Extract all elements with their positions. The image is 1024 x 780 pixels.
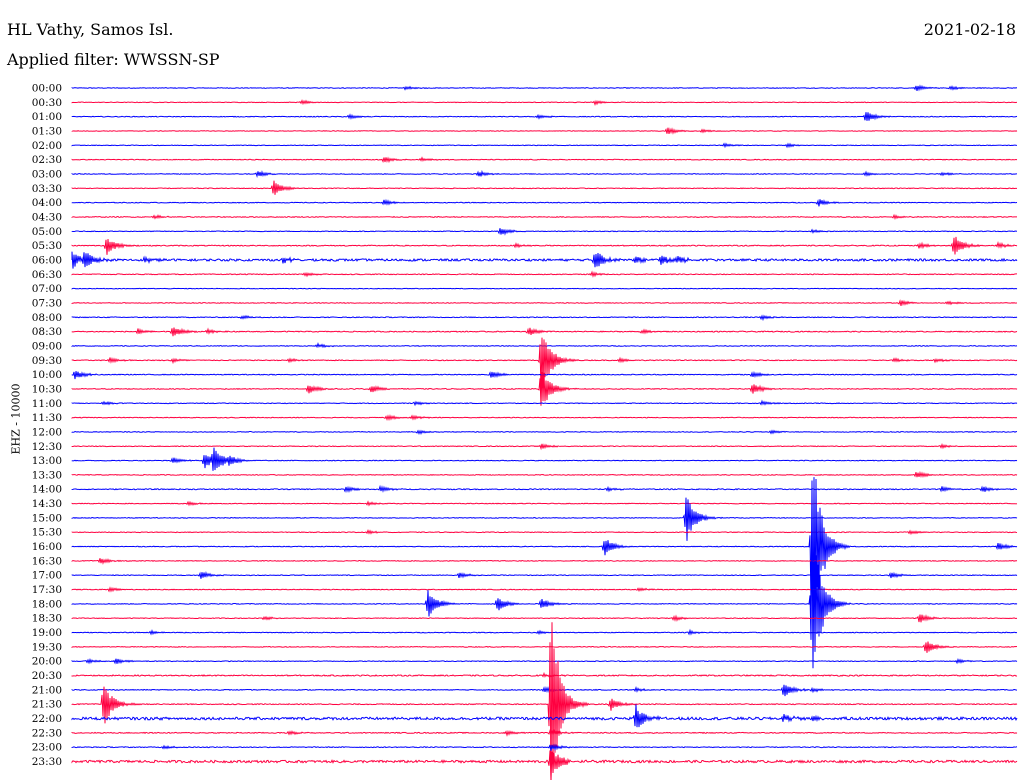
row-label: 00:00 [32,83,62,95]
trace-1900 [71,628,1018,636]
row-label: 04:30 [32,211,62,223]
row-label: 20:00 [32,656,62,668]
trace-1200 [71,429,1018,436]
row-label: 10:30 [32,383,62,395]
row-label: 08:00 [32,312,62,324]
trace-1530 [71,529,1018,536]
row-label: 19:30 [32,641,62,653]
row-label: 06:00 [32,254,62,266]
row-label: 13:00 [32,455,62,467]
row-label: 20:30 [32,670,62,682]
row-label: 18:00 [32,598,62,610]
row-label: 03:30 [32,183,62,195]
row-label: 09:30 [32,355,62,367]
trace-1300 [71,447,1018,471]
trace-2030 [71,671,1018,678]
row-label: 22:30 [32,727,62,739]
trace-1630 [71,558,1018,565]
trace-2000 [71,657,1018,665]
trace-2100 [71,684,1018,697]
trace-1930 [71,641,1018,653]
trace-0000 [71,84,1018,92]
row-label: 01:00 [32,111,62,123]
row-label: 12:30 [32,441,62,453]
row-label: 15:00 [32,512,62,524]
row-label: 16:00 [32,541,62,553]
row-label: 06:30 [32,269,62,281]
trace-2130 [71,622,1018,780]
row-label: 05:00 [32,226,62,238]
trace-0700 [71,287,1018,290]
trace-1830 [71,614,1018,623]
trace-0600 [71,251,1018,269]
trace-0100 [71,112,1018,121]
row-label: 21:00 [32,684,62,696]
row-label: 03:00 [32,168,62,180]
row-label: 16:30 [32,555,62,567]
trace-1700 [71,571,1018,579]
row-label: 02:00 [32,140,62,152]
trace-1330 [71,470,1018,479]
trace-2330 [71,750,1018,779]
row-label: 18:30 [32,613,62,625]
trace-0230 [71,156,1018,164]
row-label: 15:30 [32,527,62,539]
trace-0530 [71,236,1018,255]
row-label: 19:00 [32,627,62,639]
row-label: 09:00 [32,340,62,352]
trace-2200 [71,704,1018,728]
trace-lines [71,84,1018,780]
trace-0200 [71,142,1018,149]
row-label: 14:00 [32,484,62,496]
trace-0430 [71,213,1018,221]
trace-0330 [71,180,1018,195]
row-label: 21:30 [32,699,62,711]
row-label: 07:30 [32,297,62,309]
trace-0030 [71,99,1018,106]
row-label: 04:00 [32,197,62,209]
row-label: 01:30 [32,125,62,137]
trace-1500 [71,497,1018,541]
trace-2230 [71,728,1018,737]
trace-2300 [71,743,1018,752]
trace-0630 [71,270,1018,278]
row-label: 14:30 [32,498,62,510]
row-label: 11:00 [32,398,62,410]
trace-0830 [71,327,1018,337]
row-label: 08:30 [32,326,62,338]
row-label: 02:30 [32,154,62,166]
trace-1100 [71,399,1018,407]
trace-1030 [71,371,1018,406]
trace-0300 [71,169,1018,179]
row-label: 12:00 [32,426,62,438]
row-label: 10:00 [32,369,62,381]
row-labels: 00:00 00:30 01:00 01:30 02:00 02:30 03:00 03:30… [32,83,62,769]
row-label: 22:00 [32,713,62,725]
row-label: 17:30 [32,584,62,596]
trace-1600 [71,477,1018,633]
row-label: 13:30 [32,469,62,481]
trace-1430 [71,500,1018,507]
trace-0400 [71,198,1018,207]
row-label: 07:00 [32,283,62,295]
trace-0500 [71,228,1018,236]
trace-1400 [71,484,1018,494]
trace-1130 [71,414,1018,422]
row-label: 00:30 [32,97,62,109]
row-label: 17:00 [32,570,62,582]
trace-0130 [71,127,1018,135]
trace-1730 [71,586,1018,593]
row-label: 05:30 [32,240,62,252]
trace-0800 [71,314,1018,322]
row-label: 11:30 [32,412,62,424]
seismogram-plot: 00:00 00:30 01:00 01:30 02:00 02:30 03:00 03:30… [32,83,1018,780]
trace-0730 [71,299,1018,307]
row-label: 23:00 [32,742,62,754]
row-label: 23:30 [32,756,62,768]
